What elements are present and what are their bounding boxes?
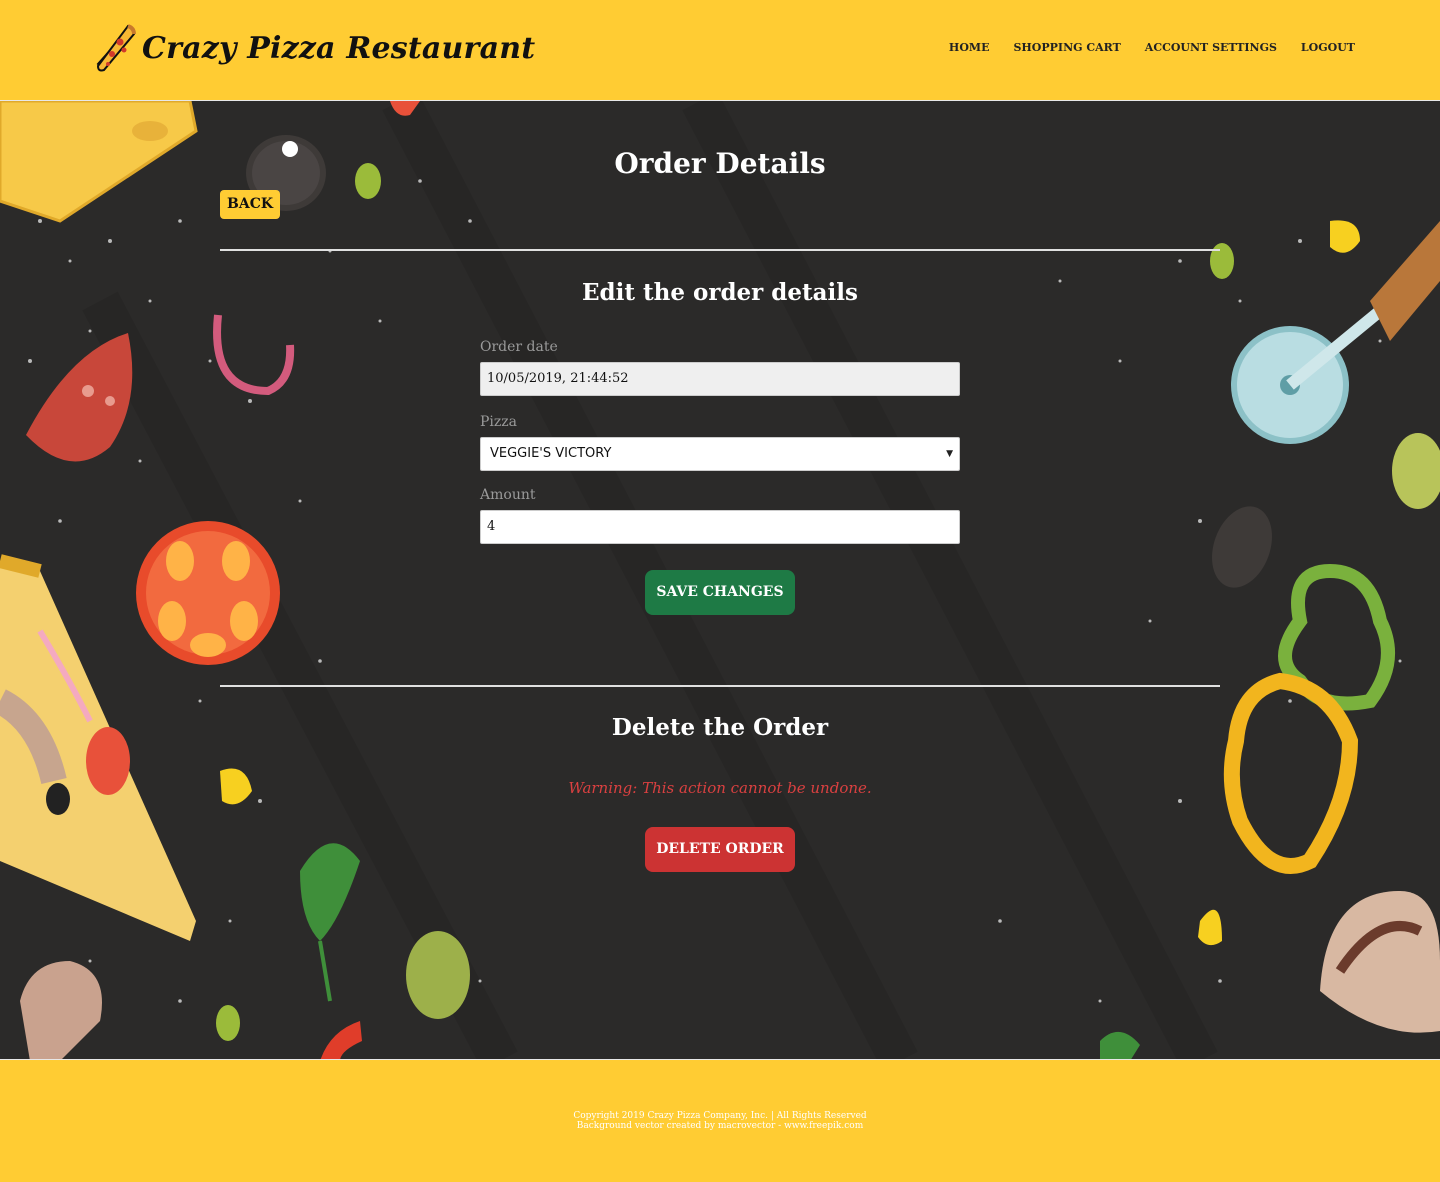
back-button[interactable]: BACK [220, 190, 281, 219]
nav-logout[interactable]: LOGOUT [1301, 41, 1355, 54]
brand-name: Crazy Pizza Restaurant [142, 30, 536, 66]
nav-shopping-cart[interactable]: SHOPPING CART [1013, 41, 1120, 54]
dropdown-arrow-icon: ▼ [946, 449, 953, 459]
site-header: Crazy Pizza Restaurant HOME SHOPPING CAR… [0, 0, 1440, 100]
delete-warning: Warning: This action cannot be undone. [568, 779, 872, 797]
footer-copyright: Copyright 2019 Crazy Pizza Company, Inc.… [573, 1111, 867, 1121]
brand-logo[interactable]: Crazy Pizza Restaurant [94, 22, 535, 74]
pizza-slice-icon [96, 24, 136, 72]
page-title: Order Details [614, 147, 826, 180]
section-divider [220, 249, 1220, 251]
edit-section-title: Edit the order details [582, 279, 858, 306]
nav-account-settings[interactable]: ACCOUNT SETTINGS [1145, 41, 1277, 54]
pizza-select[interactable]: VEGGIE'S VICTORY ▼ [480, 437, 960, 471]
pizza-selected-value: VEGGIE'S VICTORY [490, 446, 612, 461]
save-changes-button[interactable]: SAVE CHANGES [645, 570, 795, 615]
delete-order-button[interactable]: DELETE ORDER [645, 827, 795, 872]
main-nav: HOME SHOPPING CART ACCOUNT SETTINGS LOGO… [949, 41, 1355, 54]
amount-field[interactable]: 4 [480, 510, 960, 544]
nav-home[interactable]: HOME [949, 41, 990, 54]
pizza-label: Pizza [480, 414, 517, 430]
site-footer: Copyright 2019 Crazy Pizza Company, Inc.… [0, 1061, 1440, 1182]
footer-credit[interactable]: Background vector created by macrovector… [0, 1121, 1440, 1131]
order-date-label: Order date [480, 339, 558, 355]
main-content: Order Details BACK Edit the order detail… [0, 100, 1440, 1060]
order-date-field[interactable]: 10/05/2019, 21:44:52 [480, 362, 960, 396]
section-divider [220, 685, 1220, 687]
amount-label: Amount [480, 487, 536, 503]
delete-section-title: Delete the Order [611, 714, 829, 741]
